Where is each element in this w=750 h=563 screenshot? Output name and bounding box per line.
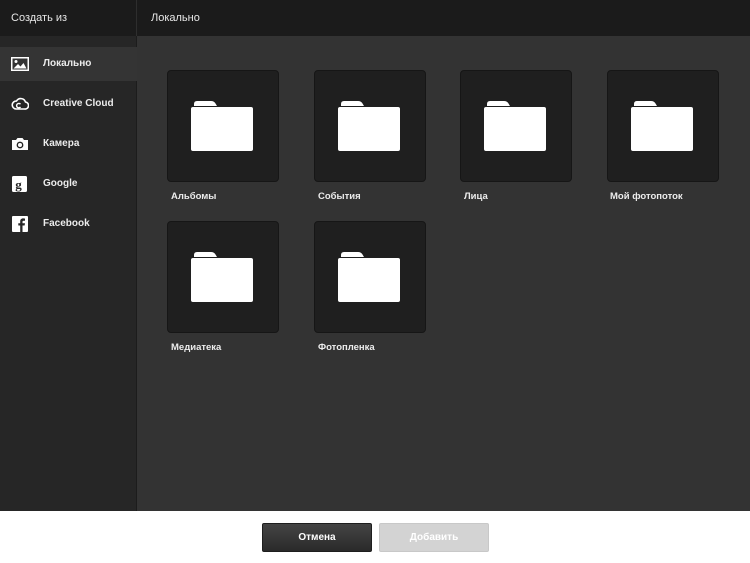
- sidebar-header: Создать из: [0, 0, 137, 36]
- dialog-header: Создать из Локально: [0, 0, 750, 36]
- folder-tile-faces[interactable]: [460, 70, 572, 182]
- source-sidebar: Локально Creative Cloud Камера g Google: [0, 36, 137, 511]
- google-icon: g: [12, 176, 27, 192]
- folder-icon: [631, 101, 693, 151]
- folder-tile-photostream[interactable]: [607, 70, 719, 182]
- folder-label: Фотопленка: [318, 342, 375, 353]
- folder-tile-library[interactable]: [167, 221, 279, 333]
- svg-text:g: g: [15, 177, 22, 192]
- folder-icon: [338, 101, 400, 151]
- folder-label: Лица: [464, 191, 488, 202]
- folder-icon: [191, 101, 253, 151]
- folder-tile-camera-roll[interactable]: [314, 221, 426, 333]
- folder-label: Мой фотопоток: [610, 191, 683, 202]
- folder-tile-albums[interactable]: [167, 70, 279, 182]
- facebook-icon: [12, 216, 28, 232]
- cancel-button[interactable]: Отмена: [262, 523, 372, 552]
- create-from-dialog: Создать из Локально Локально Creative Cl…: [0, 0, 750, 563]
- folder-grid: Альбомы События Лица Мой фотопоток Медиа…: [137, 36, 750, 511]
- folder-label: Альбомы: [171, 191, 217, 202]
- folder-tile-events[interactable]: [314, 70, 426, 182]
- content-title: Локально: [151, 12, 200, 24]
- folder-icon: [484, 101, 546, 151]
- sidebar-title: Создать из: [11, 12, 68, 24]
- sidebar-item-creative-cloud[interactable]: Creative Cloud: [0, 87, 137, 121]
- folder-label: Медиатека: [171, 342, 222, 353]
- sidebar-item-label: Камера: [43, 138, 80, 149]
- folder-icon: [338, 252, 400, 302]
- sidebar-item-google[interactable]: g Google: [0, 167, 137, 201]
- folder-label: События: [318, 191, 361, 202]
- camera-icon: [12, 138, 28, 150]
- image-icon: [11, 57, 29, 71]
- creative-cloud-icon: [11, 97, 29, 110]
- sidebar-item-facebook[interactable]: Facebook: [0, 207, 137, 241]
- sidebar-item-camera[interactable]: Камера: [0, 127, 137, 161]
- folder-icon: [191, 252, 253, 302]
- sidebar-item-label: Facebook: [43, 218, 90, 229]
- sidebar-item-label: Локально: [43, 58, 92, 69]
- add-button[interactable]: Добавить: [379, 523, 489, 552]
- dialog-footer: Отмена Добавить: [0, 511, 750, 563]
- sidebar-item-label: Creative Cloud: [43, 98, 114, 109]
- sidebar-item-label: Google: [43, 178, 78, 189]
- sidebar-item-local[interactable]: Локально: [0, 47, 137, 81]
